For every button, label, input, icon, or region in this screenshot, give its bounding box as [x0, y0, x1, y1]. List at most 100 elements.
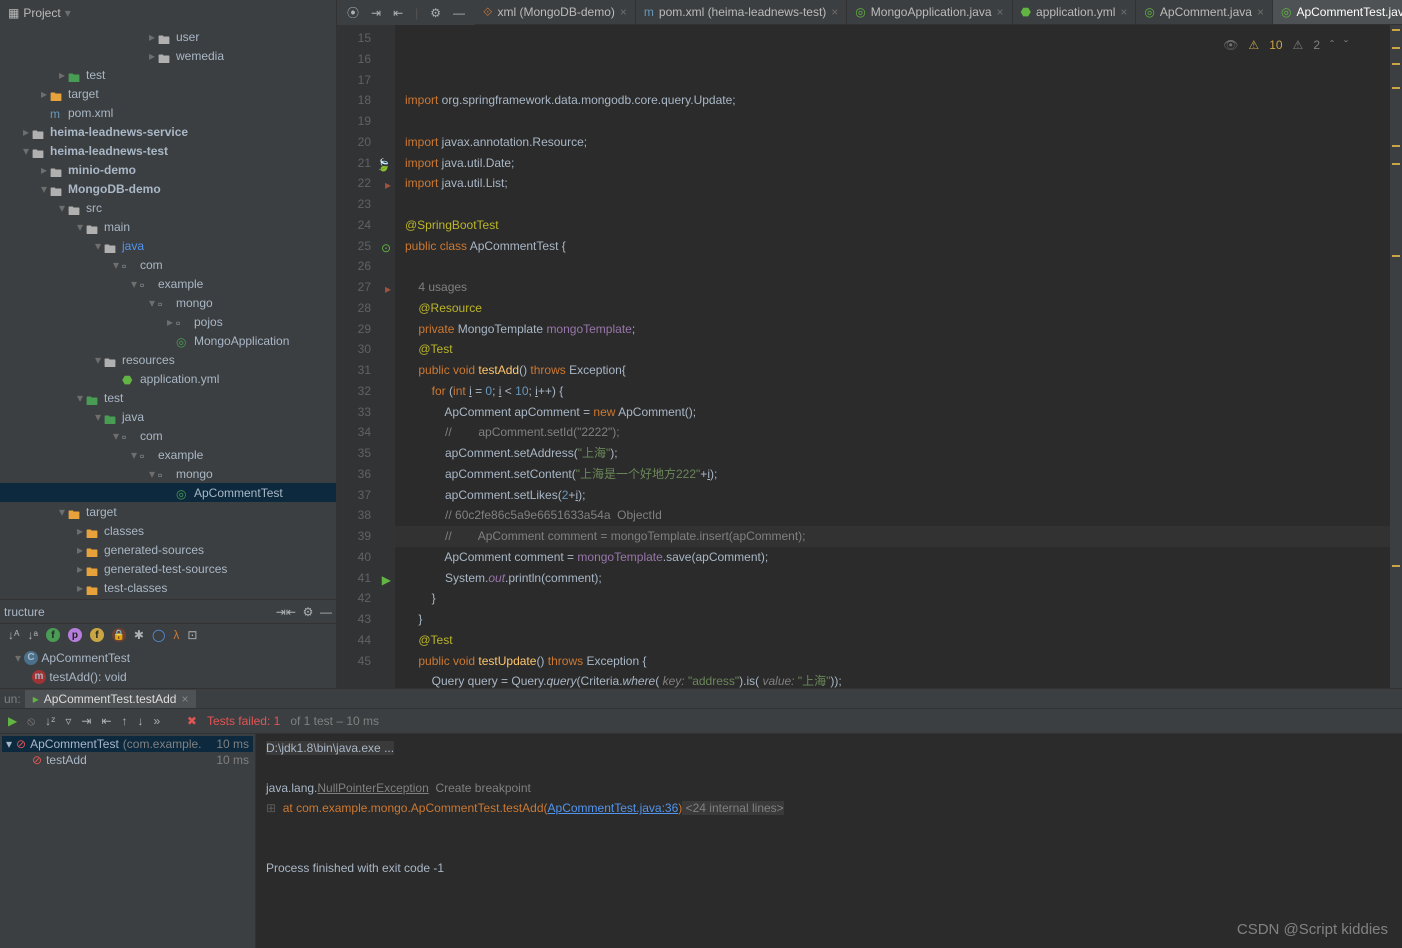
gutter[interactable]: 15161718192021🍃22▸232425⊙2627▸2829303132…: [337, 25, 395, 688]
project-tree[interactable]: ▸🖿user▸🖿wemedia▸🖿test▸🖿targetmpom.xml▸🖿h…: [0, 25, 336, 599]
code-line[interactable]: ApComment comment = mongoTemplate.save(a…: [395, 547, 1390, 568]
line-number[interactable]: 33: [337, 402, 395, 423]
tree-row[interactable]: ▾🖿target: [0, 502, 336, 521]
console-output[interactable]: D:\jdk1.8\bin\java.exe ... java.lang.Nul…: [256, 734, 1402, 948]
run-gutter-icon[interactable]: ▸: [385, 175, 391, 196]
tree-row[interactable]: ▸🖿generated-sources: [0, 540, 336, 559]
expand-arrow-icon[interactable]: ▸: [74, 524, 86, 538]
line-number[interactable]: 45: [337, 651, 395, 672]
tree-row[interactable]: ▸🖿wemedia: [0, 46, 336, 65]
code-line[interactable]: @SpringBootTest: [395, 215, 1390, 236]
stack-link[interactable]: ApCommentTest.java:36: [548, 801, 679, 815]
error-stripe[interactable]: [1390, 25, 1402, 688]
code-line[interactable]: private MongoTemplate mongoTemplate;: [395, 319, 1390, 340]
expand-arrow-icon[interactable]: ▸: [164, 315, 176, 329]
gear-icon[interactable]: ⚙: [303, 605, 314, 619]
tree-row[interactable]: ▾🖿MongoDB-demo: [0, 179, 336, 198]
tree-row[interactable]: ▾🖿main: [0, 217, 336, 236]
line-number[interactable]: 38: [337, 505, 395, 526]
close-icon[interactable]: ×: [831, 5, 838, 19]
expand-arrow-icon[interactable]: ▾: [74, 220, 86, 234]
expand-arrow-icon[interactable]: ▾: [128, 277, 140, 291]
expand-arrow-icon[interactable]: ▾: [128, 448, 140, 462]
expand-arrow-icon[interactable]: ▸: [56, 68, 68, 82]
editor-area[interactable]: 15161718192021🍃22▸232425⊙2627▸2829303132…: [337, 25, 1402, 688]
expand-arrow-icon[interactable]: ▾: [146, 296, 158, 310]
f-badge-icon[interactable]: f: [46, 628, 60, 642]
code-line[interactable]: import java.util.List;: [395, 173, 1390, 194]
code-line[interactable]: [395, 194, 1390, 215]
leaf-gutter-icon[interactable]: 🍃: [376, 155, 391, 176]
tree-row[interactable]: ▾▫example: [0, 445, 336, 464]
line-number[interactable]: 31: [337, 360, 395, 381]
target-icon[interactable]: ⦿: [347, 4, 359, 21]
down-icon[interactable]: ↓: [138, 714, 144, 728]
tree-row[interactable]: ▾🖿src: [0, 198, 336, 217]
code-area[interactable]: 👁 ⚠10 ⚠2 ˆ ˇ import org.springframework.…: [395, 25, 1390, 688]
expand-arrow-icon[interactable]: ▸: [146, 30, 158, 44]
code-line[interactable]: [395, 256, 1390, 277]
stack-tail[interactable]: <24 internal lines>: [682, 801, 783, 815]
line-number[interactable]: 41▶: [337, 568, 395, 589]
gear-icon[interactable]: ⚙: [430, 6, 441, 20]
code-line[interactable]: apComment.setLikes(2+i);: [395, 485, 1390, 506]
line-number[interactable]: 16: [337, 49, 395, 70]
str-collapse-icon[interactable]: ⇤: [286, 605, 296, 619]
expand-arrow-icon[interactable]: ▸: [38, 87, 50, 101]
expand-stack-icon[interactable]: ⊞: [266, 801, 276, 815]
str-expand-icon[interactable]: ⇥: [276, 605, 286, 619]
tree-row[interactable]: ▾▫mongo: [0, 464, 336, 483]
line-number[interactable]: 25⊙: [337, 236, 395, 257]
line-number[interactable]: 39: [337, 526, 395, 547]
sort-icon[interactable]: ↓ᴬ: [8, 628, 19, 642]
more-icon[interactable]: »: [154, 714, 161, 728]
editor-tab[interactable]: mpom.xml (heima-leadnews-test)×: [636, 0, 847, 24]
expand-arrow-icon[interactable]: ▾: [146, 467, 158, 481]
line-number[interactable]: 15: [337, 28, 395, 49]
editor-tab[interactable]: ◎ApCommentTest.java×: [1273, 0, 1402, 24]
bean-gutter-icon[interactable]: ⊙: [381, 238, 391, 259]
code-line[interactable]: @Test: [395, 339, 1390, 360]
line-number[interactable]: 43: [337, 609, 395, 630]
line-number[interactable]: 28: [337, 298, 395, 319]
line-number[interactable]: 44: [337, 630, 395, 651]
code-line[interactable]: // 60c2fe86c5a9e6651633a54a ObjectId: [395, 505, 1390, 526]
test-root-row[interactable]: ▾⊘ ApCommentTest (com.example. 10 ms: [2, 736, 253, 752]
p-badge-icon[interactable]: p: [68, 628, 82, 642]
code-line[interactable]: public void testAdd() throws Exception{: [395, 360, 1390, 381]
code-line[interactable]: public class ApCommentTest {: [395, 236, 1390, 257]
tree-row[interactable]: ▸🖿classes: [0, 521, 336, 540]
i2-icon[interactable]: ◯: [152, 628, 165, 642]
sort-icon[interactable]: ↓ᶻ: [45, 714, 55, 728]
line-number[interactable]: 37: [337, 485, 395, 506]
inspection-widget[interactable]: 👁 ⚠10 ⚠2 ˆ ˇ: [1217, 33, 1354, 58]
expand-arrow-icon[interactable]: ▾: [92, 239, 104, 253]
line-number[interactable]: 20: [337, 132, 395, 153]
editor-tab[interactable]: ◎ApComment.java×: [1136, 0, 1273, 24]
chevron-down-icon[interactable]: ˇ: [1344, 35, 1348, 56]
line-number[interactable]: 26: [337, 256, 395, 277]
expand-arrow-icon[interactable]: ▾: [74, 391, 86, 405]
rerun-icon[interactable]: ▶: [8, 714, 17, 728]
line-number[interactable]: 18: [337, 90, 395, 111]
collapse-icon[interactable]: ⇤: [393, 6, 403, 20]
tree-row[interactable]: ▾▫mongo: [0, 293, 336, 312]
expand-arrow-icon[interactable]: ▾: [56, 201, 68, 215]
run-gutter-icon[interactable]: ▸: [385, 279, 391, 300]
up-icon[interactable]: ↑: [122, 714, 128, 728]
editor-tab[interactable]: ⬣application.yml×: [1013, 0, 1137, 24]
filter-icon[interactable]: ▿: [65, 714, 71, 728]
line-number[interactable]: 35: [337, 443, 395, 464]
exception-name[interactable]: NullPointerException: [317, 781, 428, 795]
expand-arrow-icon[interactable]: ▸: [74, 562, 86, 576]
structure-class-row[interactable]: ▾ C ApCommentTest: [4, 648, 332, 667]
anon-icon[interactable]: ⊡: [187, 628, 197, 642]
expand-arrow-icon[interactable]: ▾: [110, 429, 122, 443]
editor-tab[interactable]: ◎MongoApplication.java×: [847, 0, 1012, 24]
minimize-icon[interactable]: —: [320, 605, 332, 619]
code-line[interactable]: @Resource: [395, 298, 1390, 319]
code-line[interactable]: for (int i = 0; i < 10; i++) {: [395, 381, 1390, 402]
project-tool-label[interactable]: ▦ Project ▾: [0, 0, 337, 25]
tree-row[interactable]: ▾▫example: [0, 274, 336, 293]
run-tab[interactable]: ▸ ApCommentTest.testAdd ×: [25, 690, 197, 708]
